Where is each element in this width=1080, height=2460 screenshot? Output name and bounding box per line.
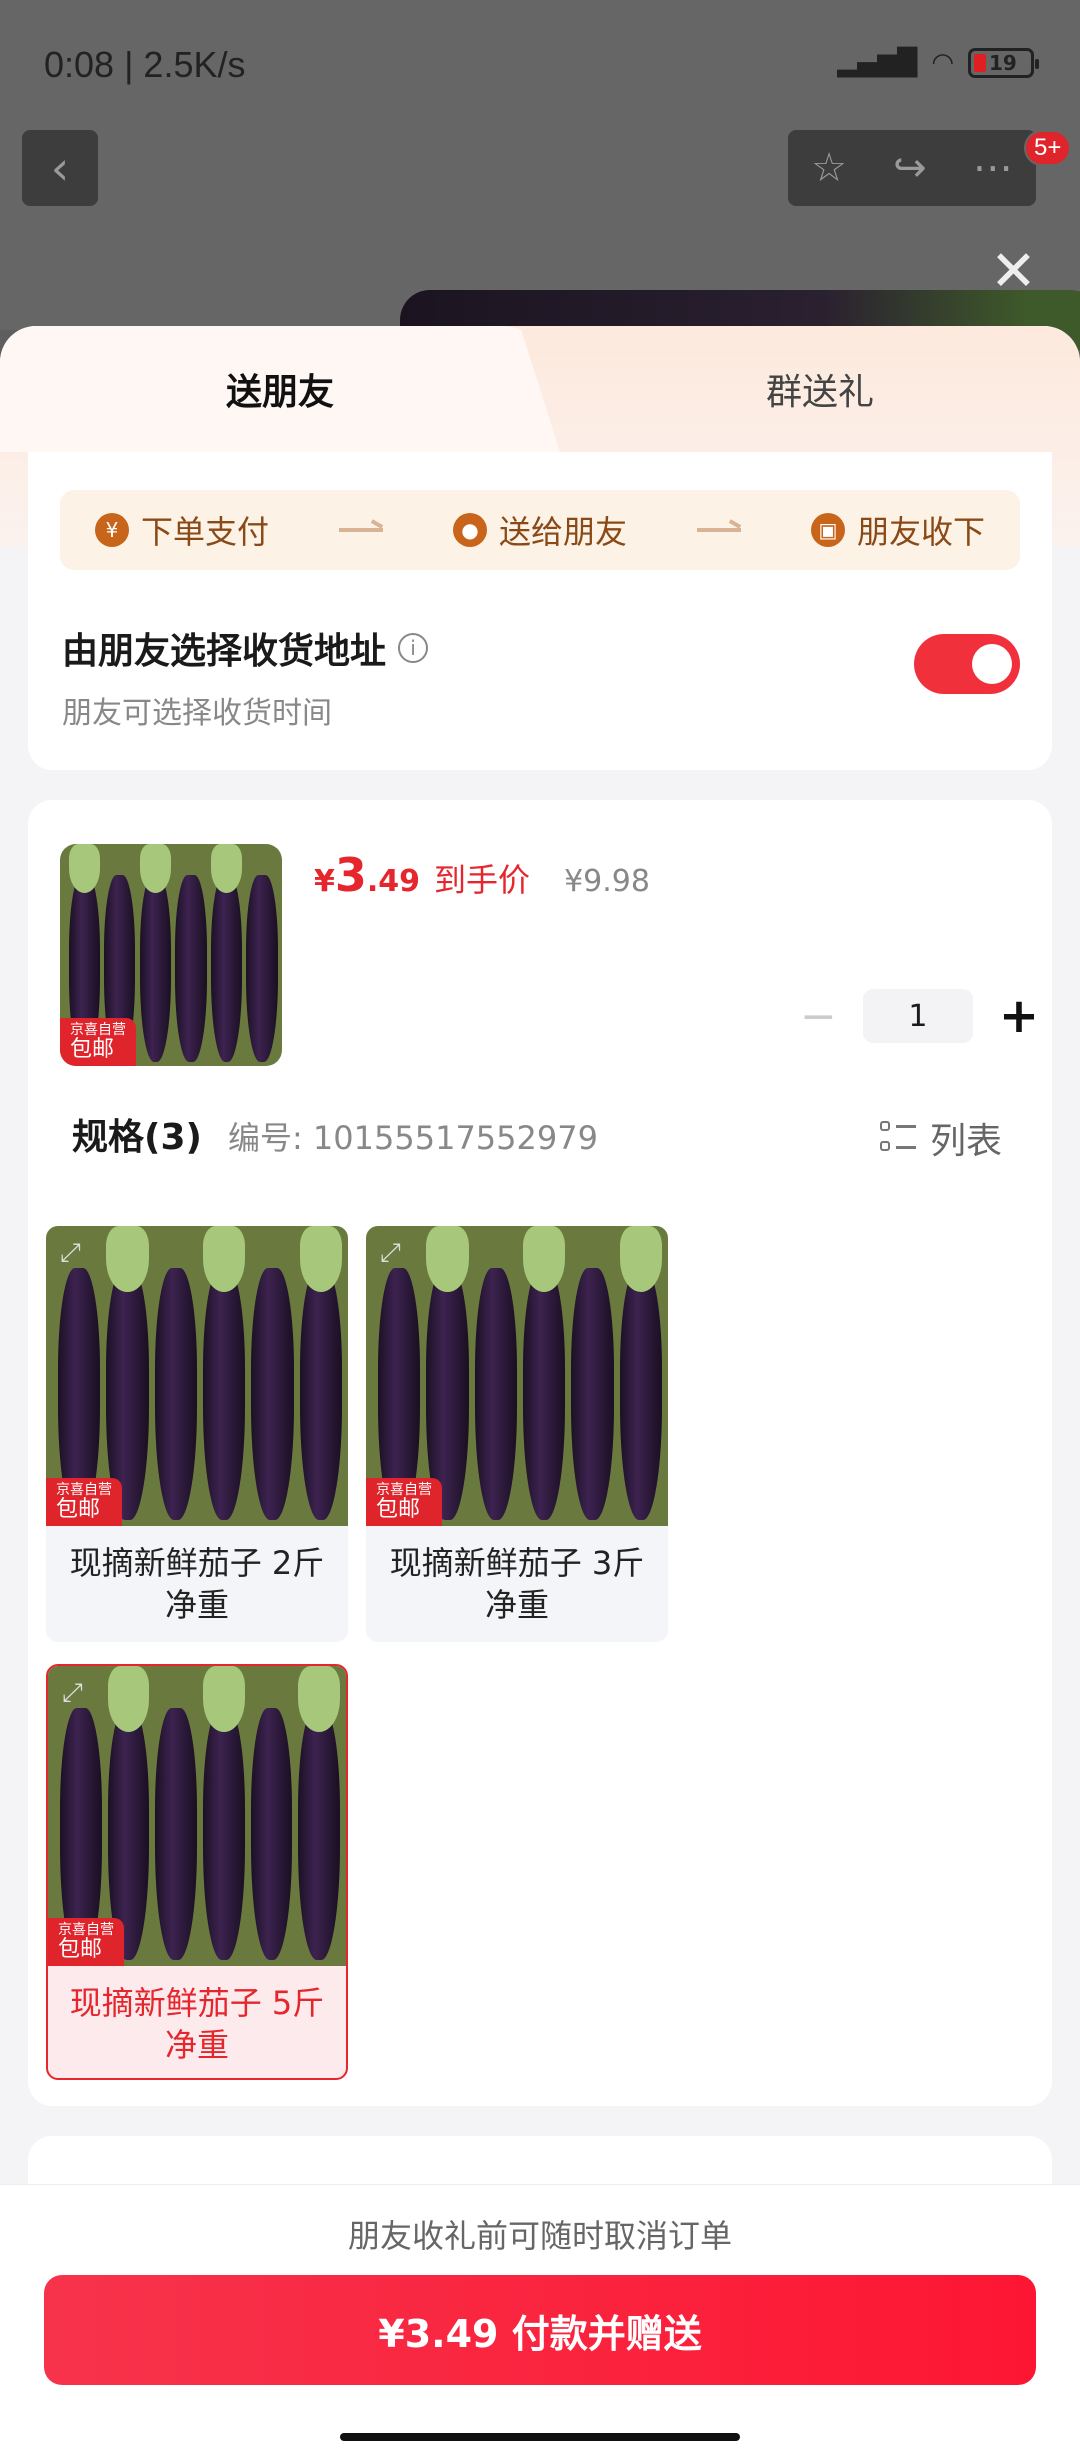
cancel-note: 朋友收礼前可随时取消订单: [347, 2217, 732, 2255]
price: ¥3.49: [314, 848, 421, 902]
spec-option[interactable]: ⤢ 京喜自营 包邮 现摘新鲜茄子 2斤净重: [46, 1226, 348, 1642]
close-icon[interactable]: ✕: [990, 244, 1037, 300]
spec-image: ⤢ 京喜自营 包邮: [366, 1226, 668, 1526]
free-shipping-tag: 京喜自营 包邮: [48, 1918, 124, 1966]
arrow-icon: [338, 528, 383, 532]
spec-image: ⤢ 京喜自营 包邮: [46, 1226, 348, 1526]
pay-and-gift-button[interactable]: ¥3.49 付款并赠送: [44, 2275, 1036, 2385]
back-button[interactable]: ‹: [22, 130, 98, 206]
original-price: ¥9.98: [564, 864, 650, 899]
spec-label: 现摘新鲜茄子 2斤净重: [69, 1544, 325, 1624]
plus-button[interactable]: +: [999, 988, 1039, 1044]
list-view-button[interactable]: 列表: [880, 1112, 1002, 1164]
gift-icon: ▣: [810, 513, 845, 547]
info-icon[interactable]: i: [398, 633, 429, 663]
gift-steps: ¥ 下单支付 ● 送给朋友 ▣ 朋友收下: [60, 490, 1020, 570]
address-subtitle: 朋友可选择收货时间: [62, 696, 332, 731]
price-row: ¥3.49 到手价 ¥9.98: [314, 848, 650, 902]
free-shipping-tag: 京喜自营 包邮: [366, 1478, 442, 1526]
spec-label: 现摘新鲜茄子 3斤净重: [389, 1544, 645, 1624]
bottom-bar: 朋友收礼前可随时取消订单 ¥3.49 付款并赠送: [0, 2184, 1080, 2460]
minus-button[interactable]: −: [800, 991, 837, 1042]
product-thumbnail[interactable]: 京喜自营 包邮: [60, 844, 282, 1066]
step-pay: ¥ 下单支付: [94, 507, 269, 553]
gift-flow-card: ¥ 下单支付 ● 送给朋友 ▣ 朋友收下 由朋友选择收货地址 i 朋友可选择收货…: [28, 452, 1052, 770]
battery-icon: 19: [968, 48, 1039, 78]
share-icon[interactable]: ↪: [893, 145, 927, 191]
spec-header: 规格(3) 编号: 10155517552979: [72, 1108, 598, 1160]
status-icons: ▂▄▆█ ◠ 19: [837, 48, 1039, 78]
quantity-field[interactable]: 1: [862, 989, 973, 1043]
spec-code: 编号: 10155517552979: [227, 1119, 598, 1157]
spec-image: ⤢ 京喜自营 包邮: [48, 1666, 346, 1966]
step-receive: ▣ 朋友收下: [810, 507, 985, 553]
wifi-icon: ◠: [931, 48, 954, 78]
address-title: 由朋友选择收货地址 i: [62, 622, 429, 674]
spec-title: 规格(3): [72, 1117, 202, 1158]
expand-icon[interactable]: ⤢: [60, 1238, 81, 1269]
product-card: 京喜自营 包邮 ¥3.49 到手价 ¥9.98 − 1 + 规格(3) 编号: 1…: [28, 800, 1052, 2106]
yuan-icon: ¥: [94, 513, 129, 547]
status-time: 0:08 | 2.5K/s: [44, 44, 246, 85]
arrow-icon: [696, 528, 741, 532]
message-badge: 5+: [1024, 130, 1072, 166]
quantity-stepper: − 1 +: [800, 988, 1039, 1044]
tab-send-friend[interactable]: 送朋友: [0, 326, 560, 452]
star-icon[interactable]: ☆: [811, 145, 847, 191]
wechat-icon: ●: [452, 513, 487, 547]
list-icon: [880, 1121, 916, 1155]
home-indicator[interactable]: [340, 2433, 740, 2441]
step-send: ● 送给朋友: [452, 507, 627, 553]
free-shipping-tag: 京喜自营 包邮: [46, 1478, 122, 1526]
spec-label: 现摘新鲜茄子 5斤净重: [69, 1984, 325, 2064]
gift-sheet: 送朋友 群送礼 ¥ 下单支付 ● 送给朋友 ▣ 朋友收下 由朋友选择收货地址 i…: [0, 326, 1080, 2460]
spec-option[interactable]: ⤢ 京喜自营 包邮 现摘新鲜茄子 3斤净重: [366, 1226, 668, 1642]
signal-icon: ▂▄▆█: [837, 48, 918, 78]
tab-group-gift[interactable]: 群送礼: [540, 326, 1080, 452]
expand-icon[interactable]: ⤢: [380, 1238, 401, 1269]
expand-icon[interactable]: ⤢: [62, 1678, 83, 1709]
free-shipping-tag: 京喜自营 包邮: [60, 1018, 136, 1066]
more-icon[interactable]: ⋯: [973, 145, 1013, 191]
spec-option-selected[interactable]: ⤢ 京喜自营 包邮 现摘新鲜茄子 5斤净重: [46, 1664, 348, 2080]
price-label: 到手价: [434, 861, 531, 899]
top-actions: ☆ ↪ ⋯: [788, 130, 1036, 206]
chevron-left-icon: ‹: [50, 141, 70, 195]
address-toggle[interactable]: [914, 634, 1020, 694]
